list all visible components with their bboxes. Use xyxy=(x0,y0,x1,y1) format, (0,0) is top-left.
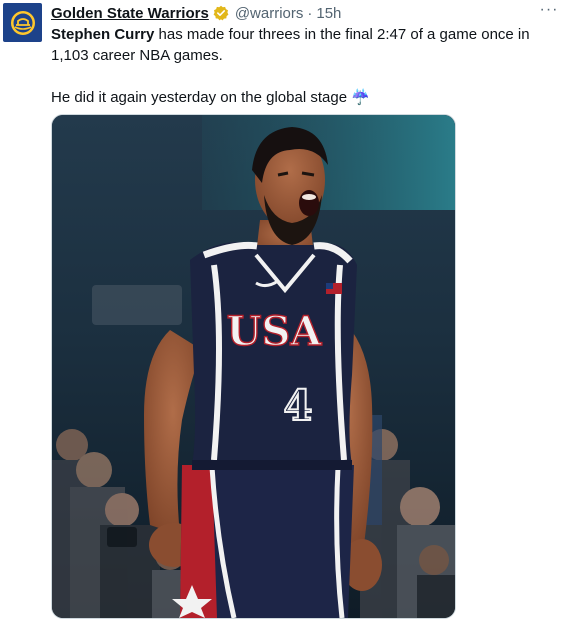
author-name[interactable]: Golden State Warriors xyxy=(51,5,209,22)
separator-dot: · xyxy=(307,4,313,22)
verified-badge-icon xyxy=(213,5,229,21)
avatar[interactable] xyxy=(3,3,42,42)
tweet-card[interactable]: Golden State Warriors @warriors · 15h ··… xyxy=(0,0,566,628)
curry-celebration-photo: USA 4 xyxy=(52,115,455,618)
more-options-icon[interactable]: ··· xyxy=(538,2,560,22)
timestamp[interactable]: 15h xyxy=(316,5,341,22)
tweet-text-line2: He did it again yesterday on the global … xyxy=(51,89,370,106)
jersey-text: USA xyxy=(227,308,323,355)
tweet-header: Golden State Warriors @warriors · 15h xyxy=(51,3,341,23)
player-name: Stephen Curry xyxy=(51,26,155,43)
tweet-text-line1: Stephen Curry has made four threes in th… xyxy=(51,24,551,66)
tweet-photo[interactable]: USA 4 xyxy=(51,114,456,619)
tweet-text: Stephen Curry has made four threes in th… xyxy=(51,24,551,108)
warriors-logo-icon xyxy=(8,8,37,37)
author-handle[interactable]: @warriors xyxy=(235,5,304,22)
jersey-number: 4 xyxy=(283,381,312,430)
